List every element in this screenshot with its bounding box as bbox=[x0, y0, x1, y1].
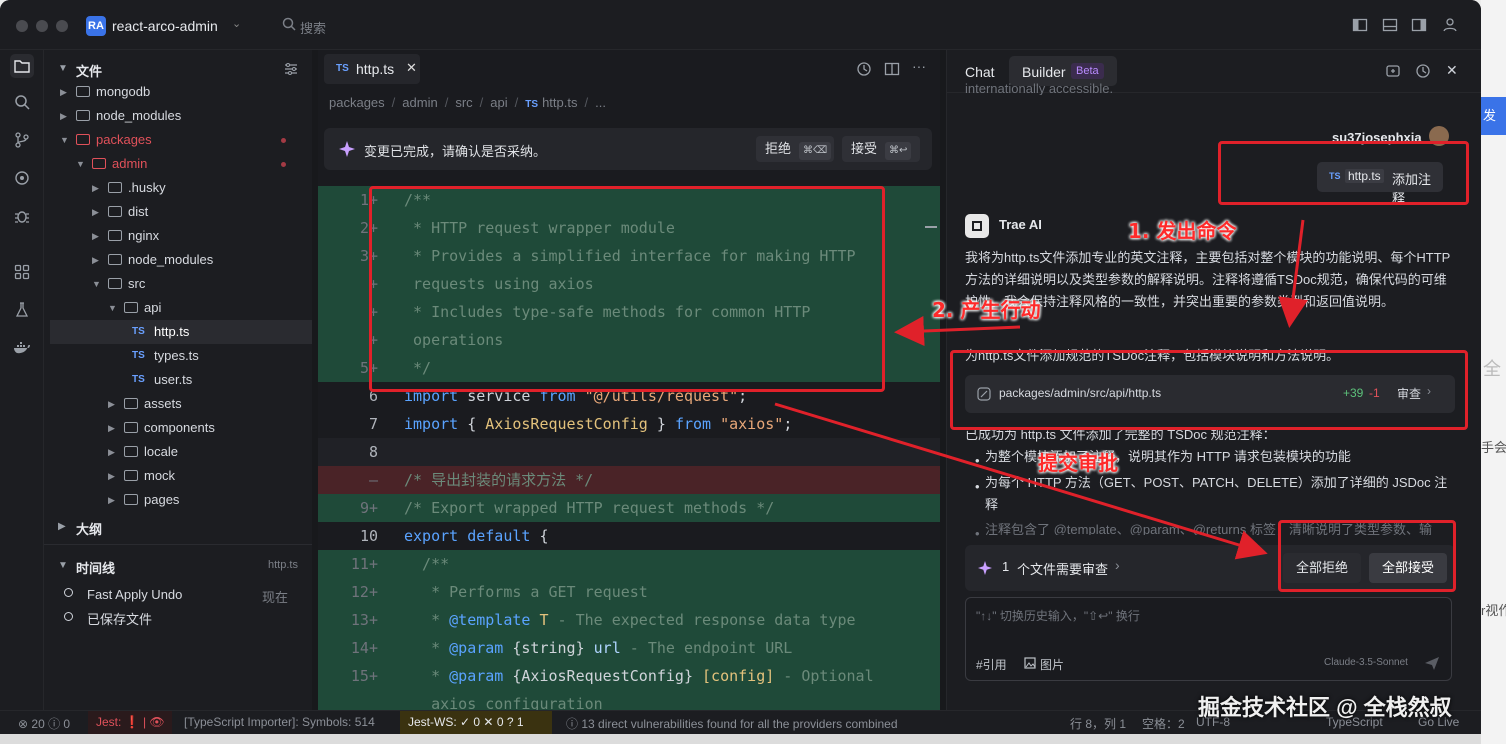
watermark: 掘金技术社区 @ 全栈然叔 bbox=[1198, 695, 1452, 720]
annotation-arrows bbox=[774, 219, 1308, 560]
